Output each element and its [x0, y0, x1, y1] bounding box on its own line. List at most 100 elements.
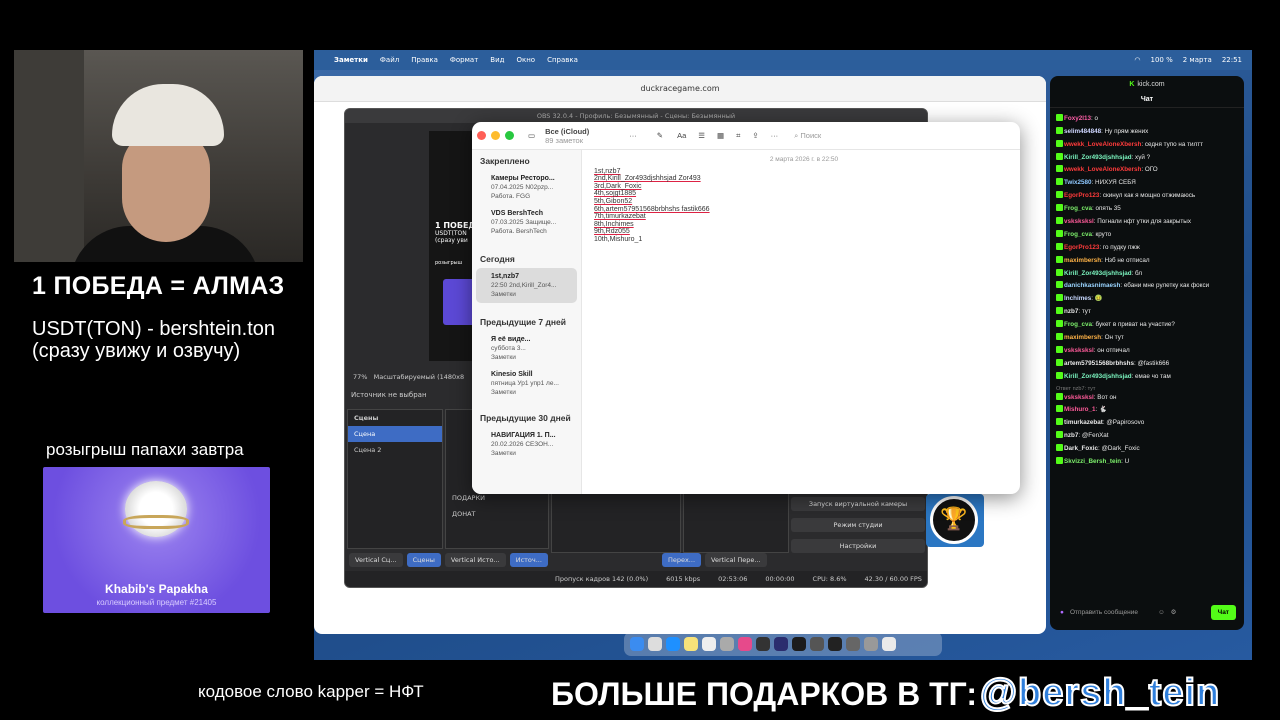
launchpad-icon[interactable] — [648, 637, 662, 651]
chat-input[interactable]: Отправить сообщение — [1070, 609, 1138, 616]
note-meta: пятница Ур1 упр1 ле... — [491, 380, 559, 387]
overflow-icon[interactable]: ··· — [771, 131, 779, 140]
app-icon[interactable] — [864, 637, 878, 651]
share-icon[interactable]: ⇪ — [752, 131, 758, 140]
menu-window[interactable]: Окно — [516, 56, 535, 64]
battery-status[interactable]: 100 % — [1151, 56, 1173, 64]
note-line-text: 5th,Gibon52 — [594, 197, 633, 205]
tab-sources[interactable]: Источ... — [509, 553, 548, 567]
chat-username[interactable]: vsksksksl — [1064, 394, 1094, 401]
chat-username[interactable]: Frog_cva — [1064, 231, 1092, 238]
note-item[interactable]: НАВИГАЦИЯ 1. П... 20.02.2026 СЕЗОН... Заме… — [472, 427, 581, 462]
sidebar-toggle-icon[interactable]: ▭ — [528, 131, 535, 140]
emoji-icon[interactable]: ☺ — [1158, 609, 1165, 616]
chat-send-button[interactable]: Чат — [1210, 604, 1236, 620]
settings-icon[interactable] — [720, 637, 734, 651]
gear-icon[interactable]: ⚙ — [1171, 608, 1177, 616]
app-icon[interactable] — [738, 637, 752, 651]
obs-icon[interactable] — [828, 637, 842, 651]
tab-vertical-scenes[interactable]: Vertical Сц... — [349, 553, 403, 567]
obs-zoom[interactable]: 77% Масштабируемый (1480x8 — [353, 373, 464, 381]
tab-transitions[interactable]: Перех... — [661, 553, 702, 567]
chat-username[interactable]: Kirill_Zor493djshhsjad — [1064, 373, 1132, 380]
chat-username[interactable]: EgorPro123 — [1064, 244, 1099, 251]
chat-username[interactable]: vsksksksl — [1064, 218, 1094, 225]
note-item[interactable]: VDS BershTech 07.03.2025 Защище... Работа.… — [472, 205, 581, 240]
tab-scenes[interactable]: Сцены — [406, 553, 441, 567]
wifi-icon[interactable]: ◠ — [1134, 56, 1140, 64]
checklist-icon[interactable]: ☰ — [698, 131, 705, 140]
tab-vertical-sources[interactable]: Vertical Исто... — [444, 553, 506, 567]
chat-username[interactable]: maximbersh — [1064, 257, 1101, 264]
chat-username[interactable]: Mishuro_1 — [1064, 406, 1096, 413]
mic-icon[interactable]: ● — [1060, 609, 1064, 616]
notes-icon[interactable] — [684, 637, 698, 651]
menu-time[interactable]: 22:51 — [1222, 56, 1242, 64]
chat-username[interactable]: selim484848 — [1064, 128, 1101, 135]
chat-username[interactable]: Frog_cva — [1064, 205, 1092, 212]
table-icon[interactable]: ▦ — [717, 131, 724, 140]
app-icon[interactable] — [792, 637, 806, 651]
dropped-frames: Пропуск кадров 142 (0.0%) — [555, 575, 649, 583]
note-item[interactable]: Kinesio Skill пятница Ур1 упр1 ле... Замет… — [472, 366, 581, 401]
chat-username[interactable]: Inchimes — [1064, 295, 1091, 302]
menu-app-notes[interactable]: Заметки — [334, 56, 368, 64]
search-field[interactable]: ⌕ Поиск — [794, 131, 821, 141]
chat-username[interactable]: artem57951568brbhshs — [1064, 360, 1134, 367]
compose-icon[interactable]: ✎ — [657, 131, 663, 140]
format-icon[interactable]: Aa — [677, 131, 686, 140]
source-item[interactable]: ДОНАТ — [446, 506, 548, 522]
chat-username[interactable]: maximbersh — [1064, 334, 1101, 341]
studio-mode-button[interactable]: Режим студии — [791, 518, 925, 532]
note-item[interactable]: Камеры Ресторо... 07.04.2025 N02pzp... Раб… — [472, 170, 581, 205]
chat-username[interactable]: danichkasnimaesh — [1064, 282, 1120, 289]
menu-edit[interactable]: Правка — [411, 56, 438, 64]
chat-username[interactable]: vsksksksl — [1064, 347, 1094, 354]
app-icon[interactable] — [774, 637, 788, 651]
chat-username[interactable]: wwekk_LoveAloneXbersh — [1064, 166, 1141, 173]
chat-message: Inchimes: 🤢 — [1056, 294, 1238, 303]
chat-username[interactable]: Dark_Foxic — [1064, 445, 1098, 452]
minimize-window-icon[interactable] — [491, 131, 500, 140]
code-word-text: кодовое слово kapper = НФТ — [198, 682, 424, 701]
search-placeholder: Поиск — [800, 130, 822, 140]
menu-help[interactable]: Справка — [547, 56, 578, 64]
close-window-icon[interactable] — [477, 131, 486, 140]
note-folder: Работа. BershTech — [491, 228, 547, 235]
browser-url[interactable]: duckracegame.com — [640, 84, 719, 93]
chat-username[interactable]: Twix2580 — [1064, 179, 1092, 186]
scene-item[interactable]: Сцена — [348, 426, 442, 442]
safari-icon[interactable] — [666, 637, 680, 651]
menu-format[interactable]: Формат — [450, 56, 478, 64]
chat-text: скинул как я мощно отжимаюсь — [1102, 192, 1196, 200]
finder-icon[interactable] — [630, 637, 644, 651]
zoom-window-icon[interactable] — [505, 131, 514, 140]
menu-date[interactable]: 2 марта — [1183, 56, 1212, 64]
note-item-selected[interactable]: 1st,nzb7 22:50 2nd,Kirill_Zor4... Заметки — [476, 268, 577, 303]
chat-username[interactable]: Kirill_Zor493djshhsjad — [1064, 270, 1132, 277]
chat-username[interactable]: EgorPro123 — [1064, 192, 1099, 199]
chat-username[interactable]: nzb7 — [1064, 308, 1078, 315]
chat-username[interactable]: Skvizzi_Bersh_tein — [1064, 458, 1121, 465]
note-item[interactable]: Я её виде... суббота 3... Заметки — [472, 331, 581, 366]
chat-username[interactable]: Frog_cva — [1064, 321, 1092, 328]
chat-username[interactable]: wwekk_LoveAloneXbersh — [1064, 141, 1141, 148]
terminal-icon[interactable] — [756, 637, 770, 651]
scene-item[interactable]: Сцена 2 — [348, 442, 442, 458]
menu-file[interactable]: Файл — [380, 56, 399, 64]
app-icon[interactable] — [810, 637, 824, 651]
mail-icon[interactable] — [702, 637, 716, 651]
chat-username[interactable]: Kirill_Zor493djshhsjad — [1064, 154, 1132, 161]
more-icon[interactable]: ··· — [629, 131, 637, 140]
app-icon[interactable] — [846, 637, 860, 651]
virtual-camera-button[interactable]: Запуск виртуальной камеры — [791, 497, 925, 511]
note-editor[interactable]: 2 марта 2026 г. в 22:50 1st,nzb7 2nd,Kir… — [594, 156, 1014, 486]
chat-username[interactable]: nzb7 — [1064, 432, 1078, 439]
chat-username[interactable]: timurkazebat — [1064, 419, 1103, 426]
trash-icon[interactable] — [882, 637, 896, 651]
chat-username[interactable]: Foxy2l13 — [1064, 115, 1091, 122]
attachment-icon[interactable]: ⌗ — [736, 131, 740, 141]
tab-vertical-transitions[interactable]: Vertical Пере... — [705, 553, 767, 567]
settings-button[interactable]: Настройки — [791, 539, 925, 553]
menu-view[interactable]: Вид — [490, 56, 504, 64]
